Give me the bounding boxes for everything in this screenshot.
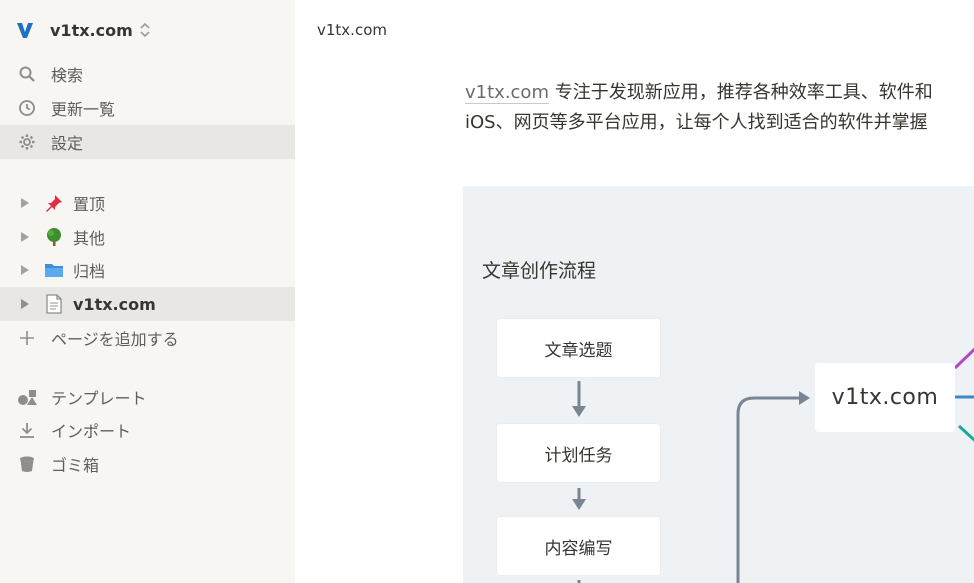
arrowhead-down-2 <box>572 499 586 510</box>
step-topic[interactable]: 文章选题 <box>497 319 660 377</box>
folder-icon <box>43 259 65 281</box>
expand-triangle-icon[interactable] <box>20 298 30 310</box>
sidebar-item-trash[interactable]: ゴミ箱 <box>0 447 295 481</box>
workspace-switcher[interactable]: v1tx.com <box>15 17 151 43</box>
flowchart: 文章创作流程 文章选题 计划任务 内容编写 v1tx.com <box>463 186 974 583</box>
step-label: 计划任务 <box>544 445 613 466</box>
intro-paragraph: v1tx.com 专注于发现新应用，推荐各种效率工具、软件和 iOS、网页等多平… <box>465 78 974 138</box>
page-label: 置顶 <box>73 195 106 214</box>
pushpin-icon <box>43 192 65 214</box>
sidebar-item-updates[interactable]: 更新一覧 <box>0 91 295 125</box>
branch-purple <box>953 347 974 370</box>
add-page-label: ページを追加する <box>51 330 179 349</box>
sidebar-page-pinned[interactable]: 置顶 <box>0 186 295 220</box>
workspace-logo-icon <box>15 20 35 40</box>
page-label: 其他 <box>73 229 106 248</box>
workspace-name: v1tx.com <box>50 20 133 40</box>
sidebar-item-settings[interactable]: 設定 <box>0 125 295 159</box>
sidebar-item-search[interactable]: 検索 <box>0 57 295 91</box>
sidebar-item-label: 設定 <box>51 134 84 153</box>
breadcrumb[interactable]: v1tx.com <box>317 21 387 39</box>
gear-icon <box>17 132 37 152</box>
add-page-button[interactable]: ページを追加する <box>0 321 295 355</box>
sidebar-item-label: ゴミ箱 <box>51 456 100 475</box>
download-icon <box>17 420 37 440</box>
step-write[interactable]: 内容编写 <box>497 517 660 575</box>
sidebar-item-import[interactable]: インポート <box>0 413 295 447</box>
page-label: v1tx.com <box>73 294 156 314</box>
sidebar-item-templates[interactable]: テンプレート <box>0 380 295 414</box>
arrowhead-down-1 <box>572 406 586 417</box>
tree-icon <box>43 226 65 248</box>
step-label: 内容编写 <box>544 538 613 559</box>
sidebar-item-label: 更新一覧 <box>51 100 116 119</box>
paragraph-line1: 专注于发现新应用，推荐各种效率工具、软件和 <box>548 82 933 103</box>
chevron-updown-icon <box>139 22 151 38</box>
branch-teal <box>957 424 974 442</box>
main-content: v1tx.com v1tx.com 专注于发现新应用，推荐各种效率工具、软件和 … <box>295 0 974 583</box>
plus-icon <box>17 328 37 348</box>
clock-icon <box>17 98 37 118</box>
sidebar-page-archive[interactable]: 归档 <box>0 253 295 287</box>
hub-node[interactable]: v1tx.com <box>815 363 955 432</box>
page-icon <box>43 293 65 315</box>
trash-icon <box>17 454 37 474</box>
flowchart-title: 文章创作流程 <box>482 260 597 282</box>
arrow-to-hub <box>736 396 801 583</box>
site-link[interactable]: v1tx.com <box>465 82 549 104</box>
sidebar: v1tx.com 検索 更新一覧 設定 置顶 其他 归档 v1tx.com ペー… <box>0 0 295 583</box>
sidebar-page-other[interactable]: 其他 <box>0 220 295 254</box>
sidebar-item-label: テンプレート <box>51 389 147 408</box>
arrowhead-to-hub <box>799 391 810 405</box>
search-icon <box>17 64 37 84</box>
shapes-icon <box>17 387 37 407</box>
step-label: 文章选题 <box>544 340 613 361</box>
expand-triangle-icon[interactable] <box>20 197 30 209</box>
hub-label: v1tx.com <box>831 385 939 410</box>
expand-triangle-icon[interactable] <box>20 231 30 243</box>
sidebar-page-v1tx[interactable]: v1tx.com <box>0 287 295 321</box>
expand-triangle-icon[interactable] <box>20 264 30 276</box>
sidebar-item-label: インポート <box>51 422 132 441</box>
sidebar-item-label: 検索 <box>51 66 84 85</box>
step-plan[interactable]: 计划任务 <box>497 424 660 482</box>
paragraph-line2: iOS、网页等多平台应用，让每个人找到适合的软件并掌握 <box>465 112 928 133</box>
page-label: 归档 <box>73 262 106 281</box>
